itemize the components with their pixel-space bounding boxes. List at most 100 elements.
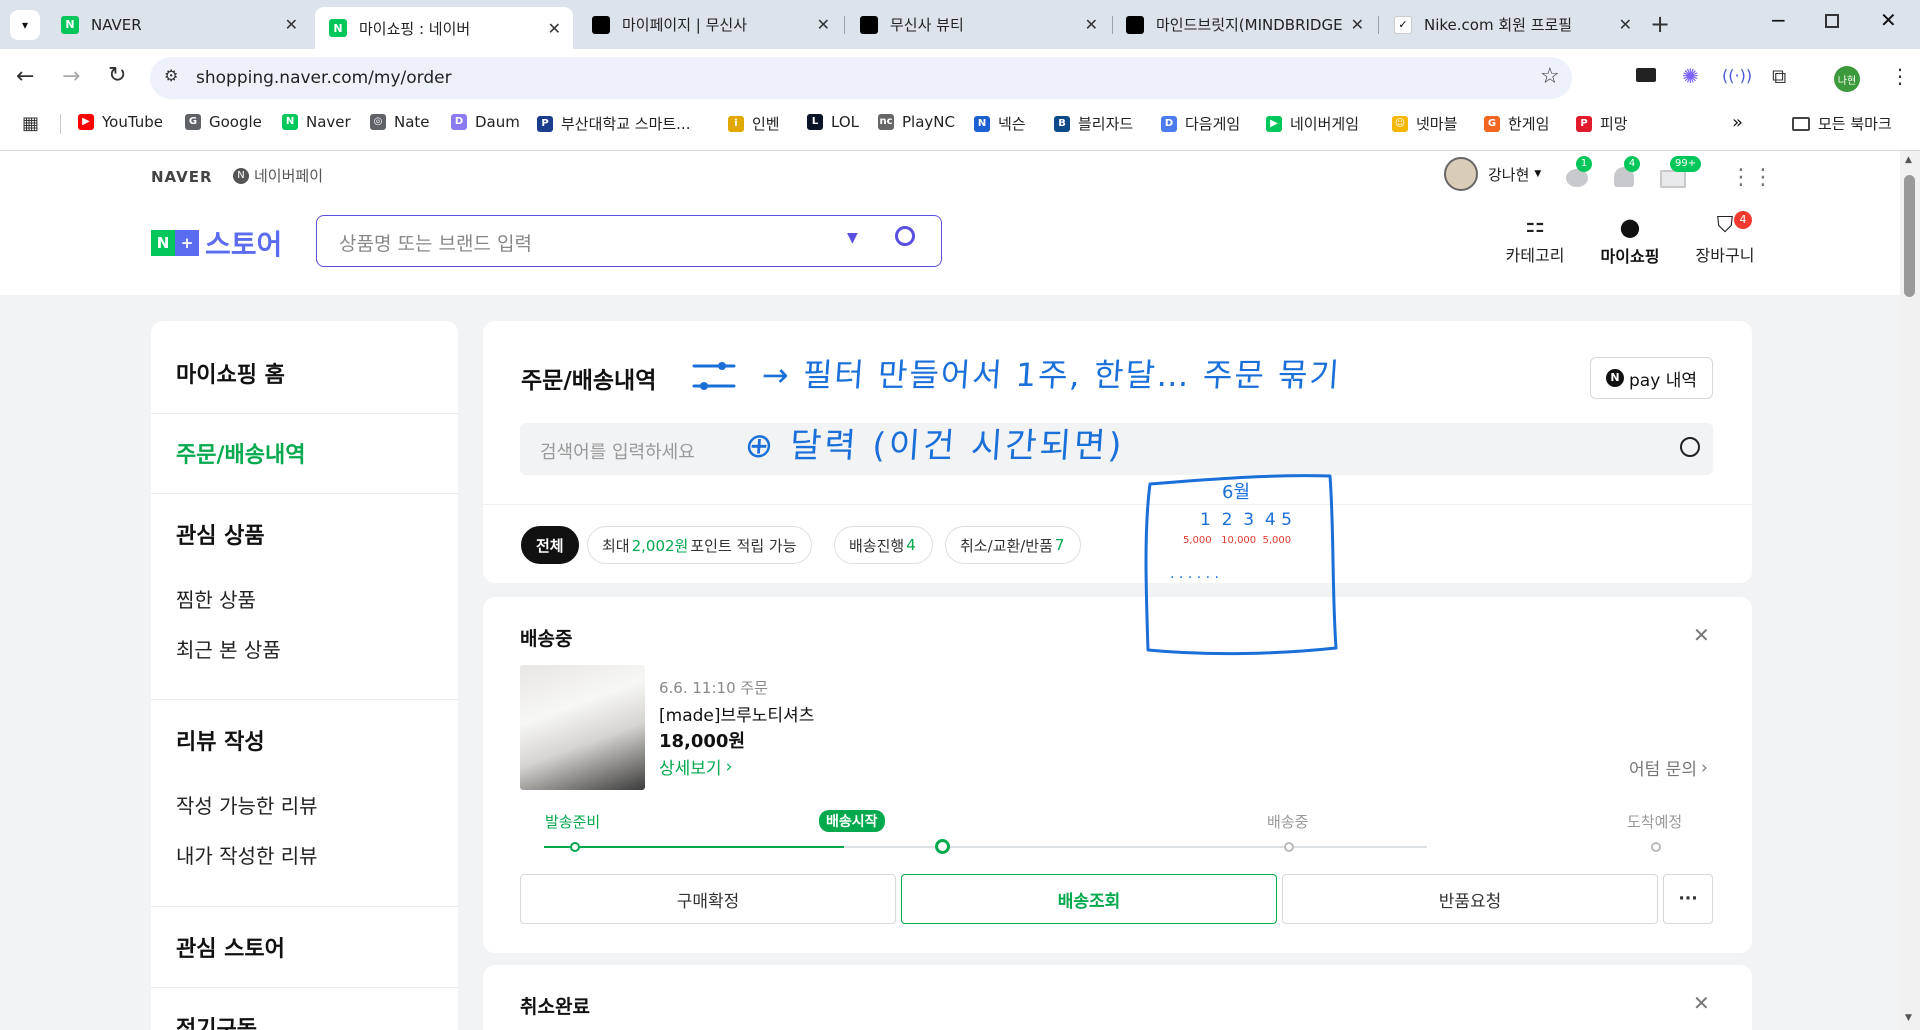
camera-icon[interactable] bbox=[1636, 68, 1656, 82]
filter-chip-cancel[interactable]: 취소/교환/반품 7 bbox=[945, 526, 1082, 564]
bookmark-item[interactable]: N 넥슨 bbox=[974, 113, 1026, 134]
filter-chip-all[interactable]: 전체 bbox=[521, 526, 579, 564]
bookmark-star-icon[interactable]: ☆ bbox=[1540, 64, 1560, 89]
bookmark-item[interactable]: N Naver bbox=[282, 113, 351, 131]
bookmark-item[interactable]: G 한게임 bbox=[1484, 113, 1549, 134]
sidebar-item-wish[interactable]: 찜한 상품 bbox=[176, 584, 256, 613]
address-bar[interactable]: ⚙ shopping.naver.com/my/order ☆ bbox=[150, 57, 1572, 99]
url-text[interactable]: shopping.naver.com/my/order bbox=[196, 68, 452, 88]
filter-chip-points[interactable]: 최대 2,002원 포인트 적립 가능 bbox=[587, 526, 812, 564]
apps-grid-icon[interactable]: ▦ bbox=[22, 113, 39, 134]
detail-link[interactable]: 상세보기 › bbox=[659, 754, 732, 780]
sidebar-heading-review: 리뷰 작성 bbox=[176, 730, 265, 755]
back-button[interactable]: ← bbox=[16, 64, 34, 89]
tab-mindbridge[interactable]: 마인드브릿지(MINDBRIDGE ✕ bbox=[1112, 9, 1376, 40]
bookmarks-overflow-icon[interactable]: » bbox=[1732, 112, 1743, 133]
naver-logo[interactable]: NAVER bbox=[151, 168, 213, 186]
bookmark-item[interactable]: nc PlayNC bbox=[878, 113, 955, 131]
bookmark-item[interactable]: L LOL bbox=[807, 113, 859, 131]
sidebar-item-home[interactable]: 마이쇼핑 홈 bbox=[176, 357, 285, 389]
bookmark-item[interactable]: P 부산대학교 스마트... bbox=[537, 113, 690, 134]
new-tab-button[interactable]: + bbox=[1650, 10, 1670, 38]
close-icon[interactable]: ✕ bbox=[1619, 15, 1632, 34]
search-scope-dropdown-icon[interactable]: ▼ bbox=[847, 230, 858, 246]
extension-icon[interactable]: ✺ bbox=[1682, 64, 1699, 88]
bookmark-item[interactable]: ▶ YouTube bbox=[78, 113, 163, 131]
order-search-input[interactable]: 검색어를 입력하세요 bbox=[540, 438, 695, 464]
restore-button[interactable] bbox=[1825, 14, 1839, 28]
purchase-confirm-button[interactable]: 구매확정 bbox=[520, 874, 896, 924]
close-icon[interactable]: ✕ bbox=[1693, 991, 1710, 1015]
bookmark-item[interactable]: ▶ 네이버게임 bbox=[1266, 113, 1359, 134]
track-delivery-button[interactable]: 배송조회 bbox=[901, 874, 1277, 924]
sidebar-item-subscription[interactable]: 정기구독 bbox=[176, 1011, 257, 1030]
page-scrollbar[interactable]: ▲ ▼ bbox=[1900, 151, 1920, 1030]
user-menu[interactable]: 강나현 ▼ bbox=[1444, 157, 1541, 191]
close-icon[interactable]: ✕ bbox=[285, 15, 298, 34]
bookmark-item[interactable]: D 다음게임 bbox=[1161, 113, 1240, 134]
scroll-up-arrow[interactable]: ▲ bbox=[1905, 155, 1912, 165]
button-label: 반품요청 bbox=[1438, 891, 1502, 912]
tab-nike[interactable]: ✓ Nike.com 회원 프로필 ✕ bbox=[1380, 9, 1644, 40]
tab-myshopping[interactable]: N 마이쇼핑 : 네이버 ✕ bbox=[315, 7, 573, 49]
bookmark-item[interactable]: P 피망 bbox=[1576, 113, 1628, 134]
bookmark-item[interactable]: ☺ 넷마블 bbox=[1392, 113, 1457, 134]
close-icon[interactable]: ✕ bbox=[1085, 15, 1098, 34]
bookmark-item[interactable]: D Daum bbox=[451, 113, 520, 131]
filter-chip-shipping[interactable]: 배송진행 4 bbox=[834, 526, 933, 564]
tab-naver[interactable]: N NAVER ✕ bbox=[47, 9, 310, 40]
all-bookmarks-folder[interactable]: 모든 북마크 bbox=[1792, 113, 1892, 134]
naver-icon: N bbox=[329, 19, 347, 37]
bookmark-item[interactable]: i 인벤 bbox=[728, 113, 780, 134]
mail-icon[interactable] bbox=[1660, 170, 1686, 188]
site-info-icon[interactable]: ⚙ bbox=[164, 66, 178, 85]
scrollbar-thumb[interactable] bbox=[1904, 175, 1915, 297]
sidebar-item-review-available[interactable]: 작성 가능한 리뷰 bbox=[176, 790, 318, 819]
store-search-box[interactable]: 상품명 또는 브랜드 입력 ▼ bbox=[316, 215, 942, 267]
cart-nav[interactable]: ⛉ 장바구니 4 bbox=[1690, 211, 1760, 266]
tab-musinsa-mypage[interactable]: 마이페이지 | 무신사 ✕ bbox=[578, 9, 842, 40]
close-icon[interactable]: ✕ bbox=[817, 15, 830, 34]
tab-musinsa-beauty[interactable]: 무신사 뷰티 ✕ bbox=[846, 9, 1110, 40]
forward-button[interactable]: → bbox=[62, 64, 80, 89]
order-search-box[interactable]: 검색어를 입력하세요 bbox=[520, 423, 1713, 475]
bookmark-favicon-icon: ▶ bbox=[78, 114, 94, 130]
search-icon[interactable] bbox=[1680, 437, 1700, 457]
product-name[interactable]: [made]브루노티셔츠 bbox=[659, 701, 814, 726]
npay-link[interactable]: N 네이버페이 bbox=[233, 165, 323, 186]
translate-icon[interactable]: ((·)) bbox=[1722, 66, 1752, 85]
store-inquiry-link[interactable]: 어텀 문의 › bbox=[1629, 755, 1708, 781]
profile-avatar[interactable]: 나현 bbox=[1834, 66, 1860, 92]
return-request-button[interactable]: 반품요청 bbox=[1282, 874, 1658, 924]
sidebar-item-orders[interactable]: 주문/배송내역 bbox=[176, 437, 305, 469]
npay-history-label: pay 내역 bbox=[1629, 370, 1697, 391]
store-search-input[interactable]: 상품명 또는 브랜드 입력 bbox=[339, 229, 532, 256]
tab-strip: ▾ N NAVER ✕ N 마이쇼핑 : 네이버 ✕ 마이페이지 | 무신사 ✕… bbox=[0, 0, 1920, 49]
myshopping-nav[interactable]: ● 마이쇼핑 bbox=[1595, 213, 1665, 267]
mail-badge: 99+ bbox=[1670, 156, 1702, 172]
puzzle-icon[interactable]: ⧉ bbox=[1772, 64, 1786, 88]
store-logo[interactable]: N + 스토어 bbox=[151, 223, 282, 263]
close-icon[interactable]: ✕ bbox=[548, 19, 561, 38]
scroll-down-arrow[interactable]: ▼ bbox=[1905, 1013, 1912, 1023]
sidebar-item-review-written[interactable]: 내가 작성한 리뷰 bbox=[176, 840, 318, 869]
npay-history-button[interactable]: N pay 내역 bbox=[1590, 357, 1713, 399]
category-nav[interactable]: ⚏ 카테고리 bbox=[1500, 213, 1570, 266]
close-icon[interactable]: ✕ bbox=[1693, 623, 1710, 647]
minimize-button[interactable]: − bbox=[1770, 8, 1787, 32]
bookmark-item[interactable]: G Google bbox=[185, 113, 262, 131]
sidebar-item-store[interactable]: 관심 스토어 bbox=[176, 931, 285, 963]
sidebar-item-recent[interactable]: 최근 본 상품 bbox=[176, 634, 281, 663]
more-options-button[interactable]: ··· bbox=[1663, 874, 1713, 924]
reload-button[interactable]: ↻ bbox=[108, 63, 126, 88]
bookmark-item[interactable]: B 블리자드 bbox=[1054, 113, 1133, 134]
sidebar-heading-interest: 관심 상품 bbox=[176, 524, 265, 549]
apps-icon[interactable]: ⋮⋮ bbox=[1730, 165, 1774, 190]
window-close-button[interactable]: ✕ bbox=[1880, 8, 1897, 32]
close-icon[interactable]: ✕ bbox=[1351, 15, 1364, 34]
bookmark-item[interactable]: ◎ Nate bbox=[370, 113, 430, 131]
search-icon[interactable] bbox=[895, 226, 915, 246]
chrome-menu-icon[interactable]: ⋮ bbox=[1890, 64, 1910, 88]
tab-search-button[interactable]: ▾ bbox=[10, 10, 40, 40]
product-thumbnail[interactable] bbox=[520, 665, 645, 790]
